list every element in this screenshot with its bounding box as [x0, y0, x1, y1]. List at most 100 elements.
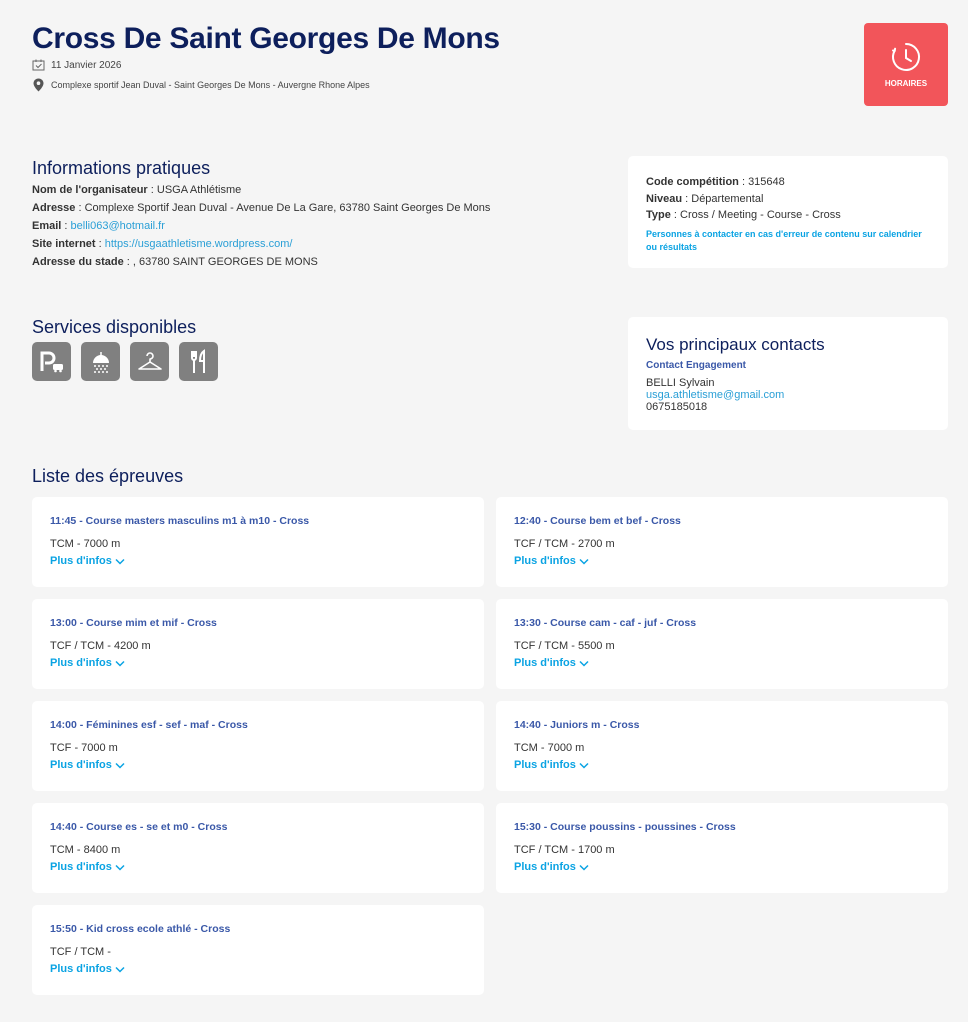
services-title: Services disponibles [32, 317, 197, 337]
epreuve-card: 15:50 - Kid cross ecole athlé - Cross TCF… [32, 905, 484, 995]
epreuve-distance: TCF / TCM - 2700 m [514, 538, 615, 550]
plus-infos-label: Plus d'infos [50, 657, 112, 669]
competition-type: Type : Cross / Meeting - Course - Cross [646, 209, 841, 221]
plus-infos-label: Plus d'infos [50, 759, 112, 771]
chevron-down-icon [115, 864, 125, 871]
info-email: Email : belli063@hotmail.fr [32, 220, 165, 232]
chevron-down-icon [579, 864, 589, 871]
contact-email-link[interactable]: usga.athletisme@gmail.com [646, 389, 930, 401]
contacts-title: Vos principaux contacts [646, 335, 825, 354]
page-title: Cross De Saint Georges De Mons [32, 22, 500, 55]
info-value: 315648 [748, 176, 785, 188]
contacts-subtitle: Contact Engagement [646, 360, 747, 371]
info-adresse: Adresse : Complexe Sportif Jean Duval - … [32, 202, 491, 214]
horaires-button[interactable]: HORAIRES [864, 23, 948, 106]
plus-infos-label: Plus d'infos [514, 759, 576, 771]
plus-infos-label: Plus d'infos [514, 555, 576, 567]
info-label: Niveau [646, 192, 683, 205]
contacts-card: Vos principaux contacts Contact Engageme… [628, 317, 948, 430]
plus-infos-button[interactable]: Plus d'infos [50, 759, 125, 771]
plus-infos-label: Plus d'infos [514, 861, 576, 873]
competition-niveau: Niveau : Départemental [646, 192, 764, 205]
cloakroom-icon [130, 342, 169, 381]
location-pin-icon [33, 78, 44, 92]
epreuve-card: 14:40 - Course es - se et m0 - Cross TCM … [32, 803, 484, 893]
info-label: Adresse du stade [32, 256, 124, 268]
restaurant-icon [179, 342, 218, 381]
info-value: Départemental [691, 192, 764, 205]
epreuve-card: 14:00 - Féminines esf - sef - maf - Cros… [32, 701, 484, 791]
event-location: Complexe sportif Jean Duval - Saint Geor… [32, 78, 370, 92]
plus-infos-button[interactable]: Plus d'infos [514, 759, 589, 771]
epreuve-title: 14:00 - Féminines esf - sef - maf - Cros… [50, 719, 248, 731]
info-value: USGA Athlétisme [156, 184, 242, 196]
info-stade: Adresse du stade : , 63780 SAINT GEORGES… [32, 256, 318, 268]
epreuve-distance: TCF / TCM - 1700 m [514, 844, 615, 856]
info-site: Site internet : https://usgaathletisme.w… [32, 238, 293, 250]
epreuve-title: 11:45 - Course masters masculins m1 à m1… [50, 515, 310, 527]
chevron-down-icon [579, 762, 589, 769]
plus-infos-button[interactable]: Plus d'infos [514, 861, 589, 873]
info-value: , 63780 SAINT GEORGES DE MONS [132, 256, 318, 268]
error-contact-link[interactable]: Personnes à contacter en cas d'erreur de… [646, 228, 930, 254]
plus-infos-label: Plus d'infos [50, 555, 112, 567]
epreuve-distance: TCF / TCM - 5500 m [514, 640, 615, 652]
plus-infos-button[interactable]: Plus d'infos [50, 657, 125, 669]
calendar-icon [32, 59, 45, 71]
epreuve-title: 14:40 - Juniors m - Cross [514, 719, 640, 731]
plus-infos-button[interactable]: Plus d'infos [50, 861, 125, 873]
chevron-down-icon [115, 558, 125, 565]
website-link[interactable]: https://usgaathletisme.wordpress.com/ [105, 238, 293, 250]
epreuve-title: 13:30 - Course cam - caf - juf - Cross [514, 617, 697, 629]
plus-infos-label: Plus d'infos [514, 657, 576, 669]
epreuve-title: 13:00 - Course mim et mif - Cross [50, 617, 217, 629]
info-label: Email [32, 220, 62, 232]
info-label: Code compétition [646, 176, 739, 188]
plus-infos-label: Plus d'infos [50, 963, 112, 975]
horaires-label: HORAIRES [884, 79, 928, 88]
epreuve-card: 14:40 - Juniors m - Cross TCM - 7000 m Plu… [496, 701, 948, 791]
epreuve-title: 14:40 - Course es - se et m0 - Cross [50, 821, 228, 833]
chevron-down-icon [579, 660, 589, 667]
epreuve-title: 15:30 - Course poussins - poussines - Cr… [514, 821, 736, 833]
info-organisateur: Nom de l'organisateur : USGA Athlétisme [32, 184, 242, 196]
epreuve-distance: TCM - 7000 m [50, 538, 121, 550]
parking-icon [32, 342, 71, 381]
chevron-down-icon [579, 558, 589, 565]
epreuve-distance: TCM - 8400 m [50, 844, 121, 856]
plus-infos-button[interactable]: Plus d'infos [514, 657, 589, 669]
chevron-down-icon [115, 660, 125, 667]
plus-infos-button[interactable]: Plus d'infos [50, 555, 125, 567]
infos-title: Informations pratiques [32, 158, 211, 178]
plus-infos-button[interactable]: Plus d'infos [50, 963, 125, 975]
event-date-text: 11 Janvier 2026 [51, 59, 122, 71]
info-label: Type [646, 209, 671, 221]
chevron-down-icon [115, 762, 125, 769]
epreuve-distance: TCF - 7000 m [50, 742, 118, 754]
epreuve-card: 13:30 - Course cam - caf - juf - Cross TC… [496, 599, 948, 689]
info-value: Cross / Meeting - Course - Cross [680, 209, 841, 221]
contact-name: BELLI Sylvain [646, 377, 715, 389]
shower-icon [81, 342, 120, 381]
info-label: Nom de l'organisateur [32, 184, 148, 196]
info-value: Complexe Sportif Jean Duval - Avenue De … [84, 202, 491, 214]
contact-phone: 0675185018 [646, 401, 708, 413]
epreuve-distance: TCM - 7000 m [514, 742, 585, 754]
epreuve-card: 11:45 - Course masters masculins m1 à m1… [32, 497, 484, 587]
epreuve-card: 12:40 - Course bem et bef - Cross TCF / T… [496, 497, 948, 587]
epreuve-title: 12:40 - Course bem et bef - Cross [514, 515, 681, 527]
epreuve-card: 13:00 - Course mim et mif - Cross TCF / T… [32, 599, 484, 689]
event-date: 11 Janvier 2026 [32, 59, 121, 71]
epreuve-card: 15:30 - Course poussins - poussines - Cr… [496, 803, 948, 893]
epreuve-distance: TCF / TCM - 4200 m [50, 640, 151, 652]
epreuves-title: Liste des épreuves [32, 466, 184, 486]
event-location-text: Complexe sportif Jean Duval - Saint Geor… [51, 80, 370, 90]
info-label: Site internet [32, 238, 96, 250]
plus-infos-button[interactable]: Plus d'infos [514, 555, 589, 567]
chevron-down-icon [115, 966, 125, 973]
email-link[interactable]: belli063@hotmail.fr [71, 220, 165, 232]
services-list [32, 342, 218, 381]
clock-icon [892, 43, 921, 71]
epreuve-distance: TCF / TCM - [50, 946, 111, 958]
plus-infos-label: Plus d'infos [50, 861, 112, 873]
